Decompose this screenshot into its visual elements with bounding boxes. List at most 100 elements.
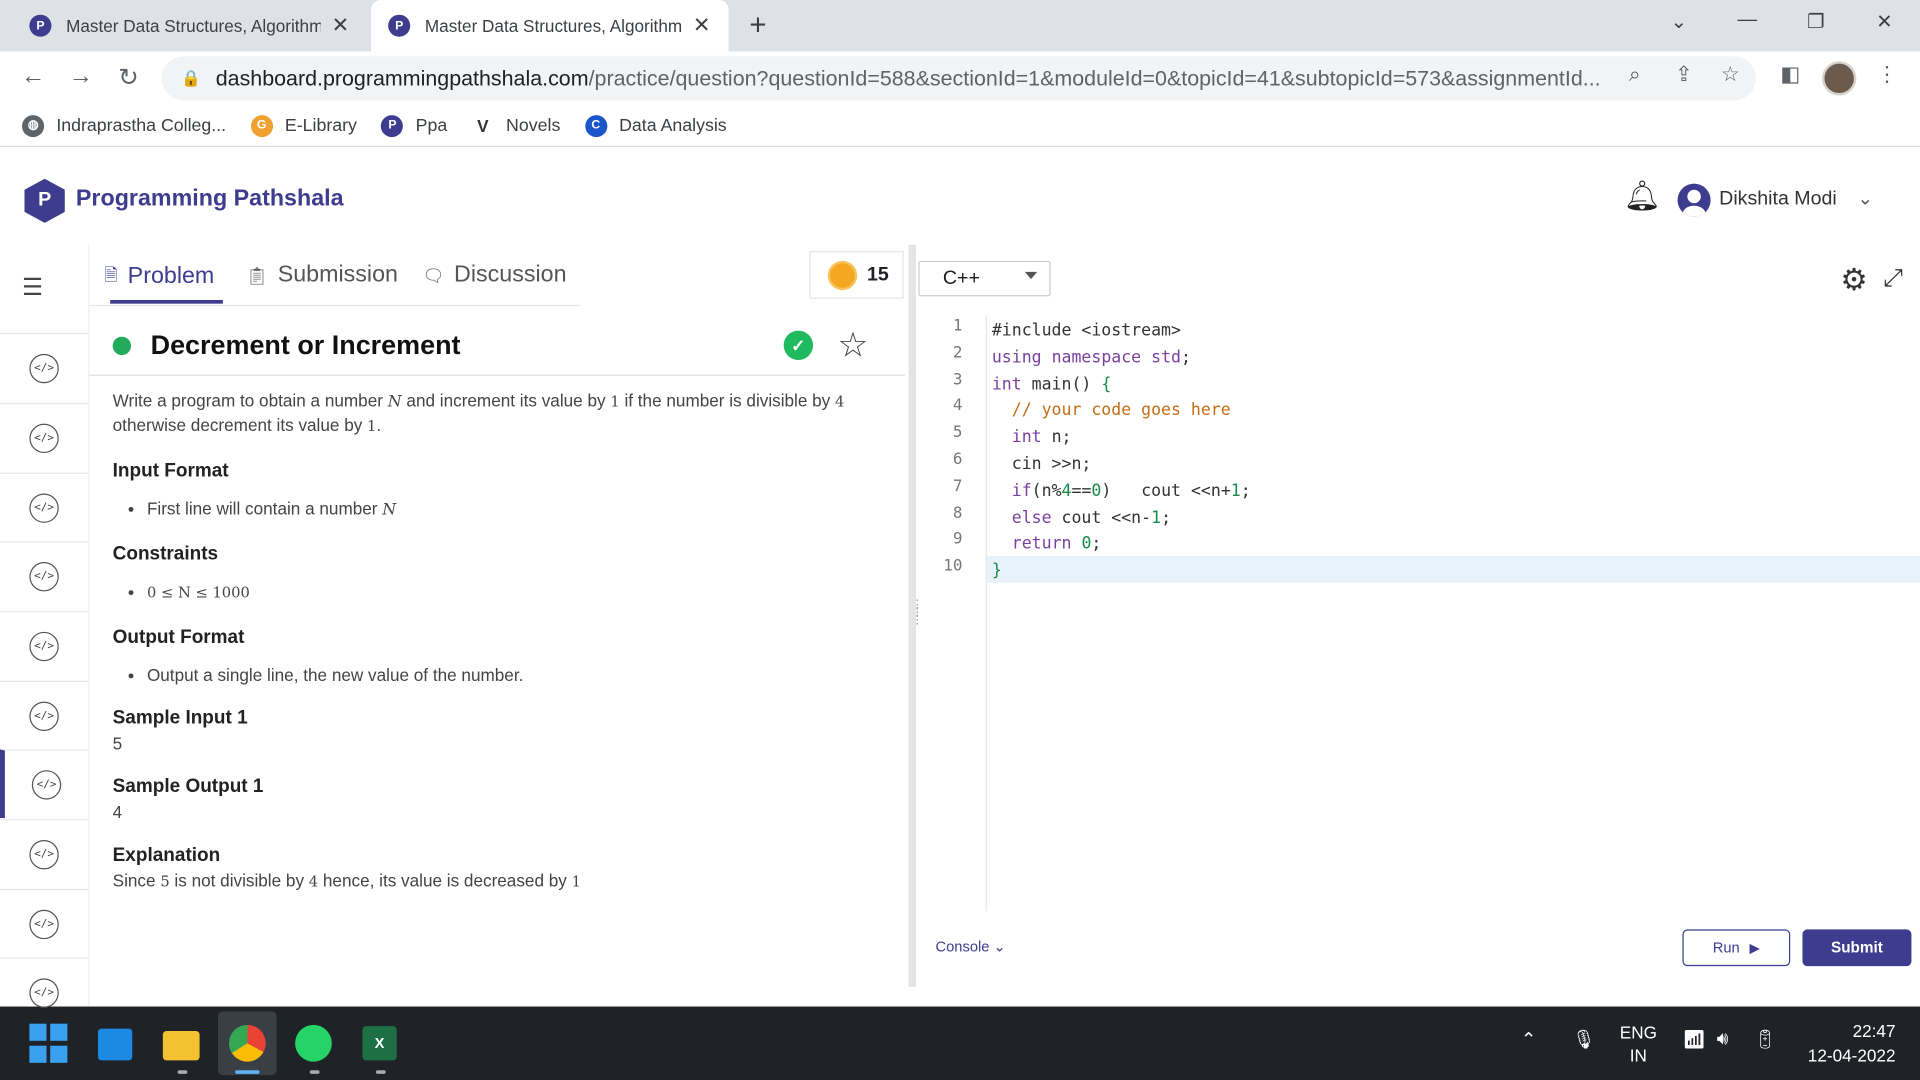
caret-down-icon[interactable] bbox=[1024, 271, 1038, 280]
tab-label: Discussion bbox=[454, 262, 567, 288]
input-format-heading: Input Format bbox=[112, 460, 229, 482]
active-tab-indicator bbox=[110, 300, 223, 304]
bookmark-elibrary[interactable]: G E-Library bbox=[250, 114, 357, 137]
new-tab-icon[interactable]: + bbox=[749, 9, 766, 43]
browser-tab-1[interactable]: P Master Data Structures, Algorithms ✕ bbox=[12, 0, 367, 51]
tab-submission[interactable]: 📋︎ Submission bbox=[246, 262, 398, 289]
coin-icon bbox=[827, 260, 858, 290]
window-close-icon[interactable]: ✕ bbox=[1866, 10, 1903, 34]
question-nav-item[interactable]: </> bbox=[0, 541, 89, 610]
lock-icon: 🔒 bbox=[181, 68, 202, 87]
code-line: cin >>n; bbox=[991, 454, 1092, 474]
microphone-icon[interactable]: 🎙︎ bbox=[1572, 1029, 1595, 1051]
problem-body: Write a program to obtain a number N and… bbox=[113, 389, 884, 938]
fullscreen-icon[interactable]: ⤢ bbox=[1883, 264, 1903, 292]
running-indicator bbox=[375, 1070, 386, 1074]
running-indicator bbox=[309, 1070, 320, 1074]
question-nav-item[interactable]: </> bbox=[0, 957, 89, 1027]
input-format-item: First line will contain a number N bbox=[147, 497, 884, 521]
tab-label: Problem bbox=[127, 263, 215, 289]
browser-menu-icon[interactable]: ⋮ bbox=[1873, 62, 1900, 86]
zoom-icon[interactable]: ⌕ bbox=[1621, 62, 1648, 86]
question-nav-item[interactable]: </> bbox=[0, 611, 89, 680]
question-nav-item[interactable]: </> bbox=[0, 888, 89, 958]
gear-icon[interactable]: ⚙ bbox=[1840, 262, 1867, 299]
star-icon[interactable]: ☆ bbox=[838, 324, 869, 364]
output-format-item: Output a single line, the new value of t… bbox=[147, 664, 884, 687]
volume-icon[interactable]: 🔊︎ bbox=[1717, 1029, 1729, 1050]
bookmark-data-analysis[interactable]: C Data Analysis bbox=[584, 114, 727, 137]
question-nav-item[interactable]: </> bbox=[0, 749, 89, 818]
bookmark-novels[interactable]: V Novels bbox=[471, 114, 560, 137]
restore-icon[interactable]: ❐ bbox=[1798, 10, 1835, 34]
system-clock[interactable]: 22:47 12-04-2022 bbox=[1795, 1019, 1896, 1068]
input-language[interactable]: ENG IN bbox=[1614, 1021, 1663, 1068]
line-number: 5 bbox=[952, 423, 963, 443]
desktop-icon[interactable] bbox=[97, 1028, 133, 1061]
question-nav-item[interactable]: </> bbox=[0, 819, 89, 888]
console-toggle[interactable]: Console ⌄ bbox=[936, 938, 1006, 955]
question-nav-item[interactable]: </> bbox=[0, 680, 89, 750]
close-icon[interactable]: ✕ bbox=[692, 13, 712, 37]
tab-search-chevron-icon[interactable]: ⌄ bbox=[1660, 10, 1697, 34]
question-nav-item[interactable]: </> bbox=[0, 333, 89, 402]
pathshala-favicon: P bbox=[29, 14, 52, 37]
browser-tab-2[interactable]: P Master Data Structures, Algorithms ✕ bbox=[371, 0, 729, 52]
bookmark-label: Data Analysis bbox=[619, 115, 727, 136]
code-line: if(n%4==0) cout <<n+1; bbox=[1011, 480, 1251, 501]
language-value: C++ bbox=[942, 267, 980, 289]
run-button[interactable]: Run ▶ bbox=[1682, 929, 1791, 967]
question-nav-item[interactable]: </> bbox=[0, 402, 89, 472]
question-nav-item[interactable]: </> bbox=[0, 472, 89, 542]
code-editor[interactable]: #include <iostream> using namespace std; i… bbox=[986, 316, 1920, 911]
user-avatar[interactable] bbox=[1677, 183, 1711, 217]
line-number: 2 bbox=[952, 343, 963, 363]
problem-title-row: Decrement or Increment ✓ ☆ bbox=[89, 311, 905, 376]
side-panel-icon[interactable]: ◧ bbox=[1777, 62, 1804, 86]
line-number: 9 bbox=[952, 530, 963, 550]
code-icon: </> bbox=[29, 561, 59, 591]
forward-icon[interactable]: → bbox=[66, 62, 95, 90]
back-icon[interactable]: ← bbox=[18, 62, 47, 90]
coins-badge: 15 bbox=[809, 251, 904, 299]
constraint-item: 0 ≤ N ≤ 1000 bbox=[147, 580, 884, 604]
share-icon[interactable]: ⇪ bbox=[1670, 62, 1697, 86]
code-icon: </> bbox=[29, 353, 59, 383]
chevron-down-icon[interactable]: ⌄ bbox=[1858, 187, 1873, 210]
collapse-menu-icon[interactable]: ☰ bbox=[22, 274, 43, 302]
bookmark-star-icon[interactable]: ☆ bbox=[1717, 62, 1744, 86]
difficulty-dot bbox=[112, 336, 132, 356]
wifi-icon[interactable]: 📶︎ bbox=[1682, 1029, 1705, 1051]
windows-taskbar: X ⌃ 🎙︎ ENG IN 📶︎ 🔊︎ 🔋︎ 22:47 12-04-2022 bbox=[0, 1006, 1920, 1080]
minimize-icon[interactable]: — bbox=[1729, 10, 1766, 32]
line-number: 10 bbox=[943, 557, 963, 576]
pathshala-favicon: P bbox=[381, 114, 404, 137]
close-icon[interactable]: ✕ bbox=[331, 13, 351, 37]
bookmark-indraprastha[interactable]: ◍ Indraprastha Colleg... bbox=[22, 114, 227, 137]
address-bar[interactable]: 🔒 dashboard.programmingpathshala.com /pr… bbox=[161, 56, 1756, 101]
bookmark-ppa[interactable]: P Ppa bbox=[381, 114, 447, 137]
tray-chevron-up-icon[interactable]: ⌃ bbox=[1521, 1029, 1536, 1051]
excel-icon[interactable]: X bbox=[362, 1026, 397, 1061]
browser-profile-avatar[interactable] bbox=[1822, 61, 1857, 96]
whatsapp-icon[interactable] bbox=[295, 1024, 332, 1062]
tab-discussion[interactable]: 🗨 Discussion bbox=[422, 262, 566, 289]
windows-start-icon[interactable] bbox=[29, 1023, 68, 1063]
tab-problem[interactable]: 🗎 Problem bbox=[104, 262, 214, 291]
user-name[interactable]: Dikshita Modi bbox=[1719, 189, 1837, 211]
sample-output-heading: Sample Output 1 bbox=[112, 776, 264, 798]
reload-icon[interactable]: ↻ bbox=[114, 62, 143, 93]
brand-name[interactable]: Programming Pathshala bbox=[76, 186, 344, 213]
battery-icon[interactable]: 🔋︎ bbox=[1753, 1029, 1776, 1051]
bookmark-label: Indraprastha Colleg... bbox=[56, 115, 227, 136]
clock-time: 22:47 bbox=[1852, 1021, 1896, 1041]
pathshala-logo-icon[interactable]: P bbox=[24, 178, 65, 223]
code-icon: </> bbox=[29, 631, 59, 661]
submit-button[interactable]: Submit bbox=[1802, 929, 1912, 967]
file-explorer-icon[interactable] bbox=[162, 1031, 200, 1061]
notification-bell-icon[interactable]: 🔔︎ bbox=[1624, 179, 1661, 215]
line-number-gutter: 1 2 3 4 5 6 7 8 9 10 bbox=[918, 315, 987, 912]
tabs-divider bbox=[89, 304, 580, 307]
chrome-icon[interactable] bbox=[228, 1024, 266, 1062]
chevron-down-icon: ⌄ bbox=[993, 937, 1006, 956]
